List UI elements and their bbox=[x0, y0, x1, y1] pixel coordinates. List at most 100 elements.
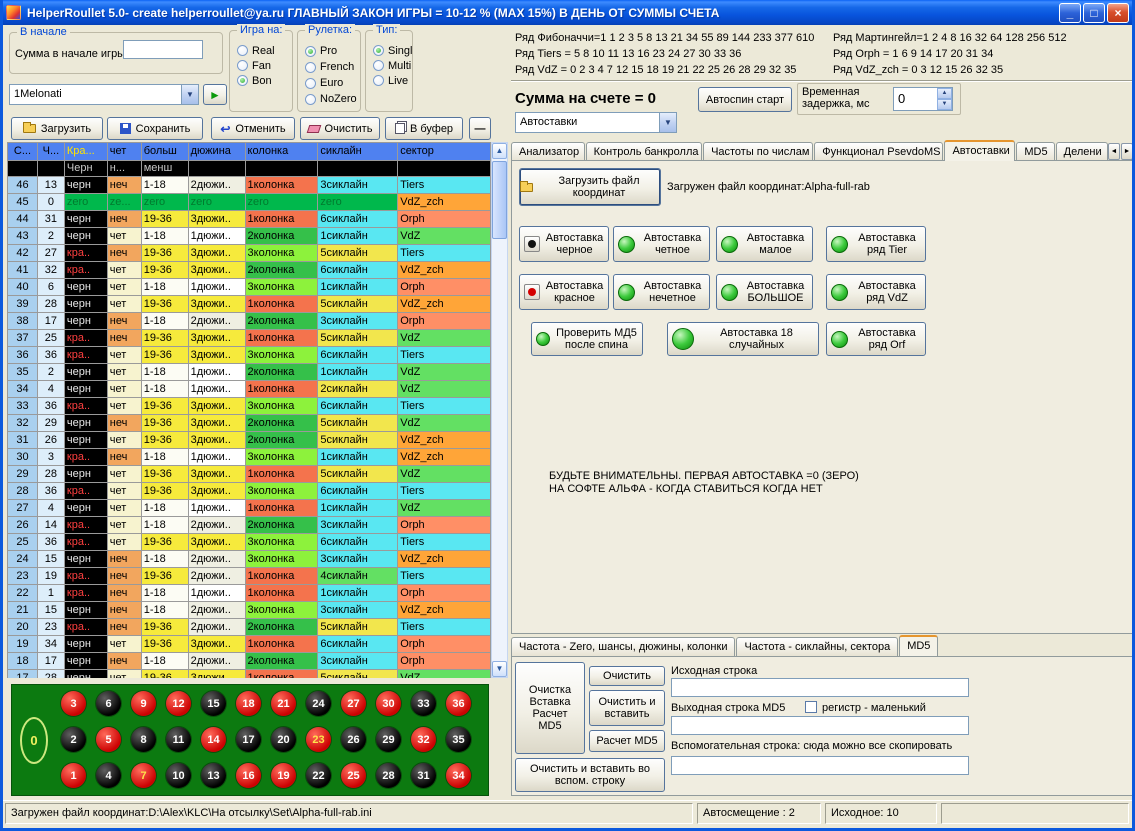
md5-calc-button[interactable]: Расчет MD5 bbox=[589, 730, 665, 752]
table-row[interactable]: 4132кра..чет19-363дюжи..2колонка6сиклайн… bbox=[8, 262, 491, 279]
board-number-15[interactable]: 15 bbox=[196, 686, 231, 721]
radio-option-euro[interactable]: Euro bbox=[298, 75, 360, 91]
board-number-19[interactable]: 19 bbox=[266, 758, 301, 793]
board-number-7[interactable]: 7 bbox=[126, 758, 161, 793]
board-number-3[interactable]: 3 bbox=[56, 686, 91, 721]
board-number-32[interactable]: 32 bbox=[406, 722, 441, 757]
autobet-odd-button[interactable]: Автоставка нечетное bbox=[613, 274, 710, 310]
board-number-2[interactable]: 2 bbox=[56, 722, 91, 757]
board-number-30[interactable]: 30 bbox=[371, 686, 406, 721]
table-row[interactable]: 450zeroze...zerozerozerozeroVdZ_zch bbox=[8, 194, 491, 211]
check-md5-after-spin-button[interactable]: Проверить МД5 после спина bbox=[531, 322, 643, 356]
radio-option-live[interactable]: Live bbox=[366, 73, 412, 88]
board-number-27[interactable]: 27 bbox=[336, 686, 371, 721]
board-number-33[interactable]: 33 bbox=[406, 686, 441, 721]
load-coordinates-button[interactable]: Загрузить файл координат bbox=[519, 168, 661, 206]
autobet-tier-button[interactable]: Автоставка ряд Tier bbox=[826, 226, 926, 262]
tabs-scroll-right-icon[interactable]: ► bbox=[1121, 143, 1133, 160]
board-number-0[interactable]: 0 bbox=[20, 717, 48, 764]
autobet-vdz-button[interactable]: Автоставка ряд VdZ bbox=[826, 274, 926, 310]
table-row[interactable]: 1817черннеч1-182дюжи..2колонка3сиклайнOr… bbox=[8, 653, 491, 670]
tab-частота---сиклайны,-сектора[interactable]: Частота - сиклайны, сектора bbox=[736, 637, 898, 656]
chevron-down-icon[interactable]: ▼ bbox=[659, 113, 676, 132]
play-button[interactable]: ► bbox=[203, 84, 227, 105]
undo-button[interactable]: ↩ Отменить bbox=[211, 117, 295, 140]
scroll-up-icon[interactable]: ▲ bbox=[492, 143, 507, 159]
board-number-6[interactable]: 6 bbox=[91, 686, 126, 721]
clear-button[interactable]: Очистить bbox=[300, 117, 380, 140]
tab-анализатор[interactable]: Анализатор bbox=[511, 142, 585, 161]
autobet-red-button[interactable]: Автоставка красное bbox=[519, 274, 609, 310]
board-number-22[interactable]: 22 bbox=[301, 758, 336, 793]
table-row[interactable]: 303кра..неч1-181дюжи..3колонка1сиклайнVd… bbox=[8, 449, 491, 466]
table-row[interactable]: 2023кра..неч19-362дюжи..2колонка5сиклайн… bbox=[8, 619, 491, 636]
board-number-1[interactable]: 1 bbox=[56, 758, 91, 793]
radio-option-french[interactable]: French bbox=[298, 59, 360, 75]
tab-md5[interactable]: MD5 bbox=[1016, 142, 1054, 161]
source-string-input[interactable] bbox=[671, 678, 969, 697]
table-row[interactable]: 3126чернчет19-363дюжи..2колонка5сиклайнV… bbox=[8, 432, 491, 449]
tab-делени[interactable]: Делени bbox=[1056, 142, 1108, 161]
board-number-29[interactable]: 29 bbox=[371, 722, 406, 757]
autospin-start-button[interactable]: Автоспин старт bbox=[698, 87, 792, 112]
board-number-21[interactable]: 21 bbox=[266, 686, 301, 721]
autobets-select[interactable]: Автоставки ▼ bbox=[515, 112, 677, 133]
table-row[interactable]: 432чернчет1-181дюжи..2колонка1сиклайнVdZ bbox=[8, 228, 491, 245]
tab-md5[interactable]: MD5 bbox=[899, 635, 938, 656]
board-number-25[interactable]: 25 bbox=[336, 758, 371, 793]
board-number-12[interactable]: 12 bbox=[161, 686, 196, 721]
board-number-11[interactable]: 11 bbox=[161, 722, 196, 757]
autobet-18-random-button[interactable]: Автоставка 18 случайных bbox=[667, 322, 819, 356]
board-number-24[interactable]: 24 bbox=[301, 686, 336, 721]
radio-option-nozero[interactable]: NoZero bbox=[298, 91, 360, 107]
tab-функционал-psevdoms[interactable]: Функционал PsevdoMS bbox=[814, 142, 943, 161]
chevron-down-icon[interactable]: ▼ bbox=[181, 85, 198, 104]
table-row[interactable]: 3725кра..неч19-363дюжи..1колонка5сиклайн… bbox=[8, 330, 491, 347]
table-row[interactable]: 3636кра..чет19-363дюжи..3колонка6сиклайн… bbox=[8, 347, 491, 364]
table-row[interactable]: 406чернчет1-181дюжи..3колонка1сиклайнOrp… bbox=[8, 279, 491, 296]
load-button[interactable]: Загрузить bbox=[11, 117, 103, 140]
tab-частота---zero,-шансы,-дюжины,-колонки[interactable]: Частота - Zero, шансы, дюжины, колонки bbox=[511, 637, 735, 656]
radio-option-multi[interactable]: Multi bbox=[366, 58, 412, 73]
table-row[interactable]: 221кра..неч1-181дюжи..1колонка1сиклайнOr… bbox=[8, 585, 491, 602]
board-number-10[interactable]: 10 bbox=[161, 758, 196, 793]
table-row[interactable]: 2115черннеч1-182дюжи..3колонка3сиклайнVd… bbox=[8, 602, 491, 619]
board-number-9[interactable]: 9 bbox=[126, 686, 161, 721]
spinner-down-icon[interactable]: ▼ bbox=[937, 99, 952, 110]
start-sum-input[interactable] bbox=[123, 40, 203, 59]
collapse-button[interactable]: — bbox=[469, 117, 491, 140]
autobet-black-button[interactable]: Автоставка черное bbox=[519, 226, 609, 262]
autobet-orf-button[interactable]: Автоставка ряд Orf bbox=[826, 322, 926, 356]
delay-spinner[interactable]: 0 ▲ ▼ bbox=[893, 87, 953, 111]
board-number-8[interactable]: 8 bbox=[126, 722, 161, 757]
board-number-13[interactable]: 13 bbox=[196, 758, 231, 793]
board-number-14[interactable]: 14 bbox=[196, 722, 231, 757]
history-table[interactable]: С...Ч...Кра...четбольшдюжинаколонкасикла… bbox=[7, 142, 491, 678]
md5-clear-button[interactable]: Очистить bbox=[589, 666, 665, 686]
radio-option-fan[interactable]: Fan bbox=[230, 58, 292, 73]
board-number-26[interactable]: 26 bbox=[336, 722, 371, 757]
table-row[interactable]: 274чернчет1-181дюжи..1колонка1сиклайнVdZ bbox=[8, 500, 491, 517]
spinner-up-icon[interactable]: ▲ bbox=[937, 88, 952, 99]
md5-clear-and-paste-button[interactable]: Очистить и вставить bbox=[589, 690, 665, 726]
md5-clear-paste-aux-button[interactable]: Очистить и вставить во вспом. строку bbox=[515, 758, 665, 792]
save-button[interactable]: Сохранить bbox=[107, 117, 203, 140]
md5-clear-paste-calc-button[interactable]: Очистка Вставка Расчет MD5 bbox=[515, 662, 585, 754]
board-number-20[interactable]: 20 bbox=[266, 722, 301, 757]
autobet-big-button[interactable]: Автоставка БОЛЬШОЕ bbox=[716, 274, 813, 310]
profile-select[interactable]: 1Melonati ▼ bbox=[9, 84, 199, 105]
scroll-down-icon[interactable]: ▼ bbox=[492, 661, 507, 677]
minimize-button[interactable]: _ bbox=[1059, 3, 1081, 23]
board-number-5[interactable]: 5 bbox=[91, 722, 126, 757]
table-row[interactable]: 4227кра..неч19-363дюжи..3колонка5сиклайн… bbox=[8, 245, 491, 262]
autobet-small-button[interactable]: Автоставка малое bbox=[716, 226, 813, 262]
radio-option-bon[interactable]: Bon bbox=[230, 73, 292, 88]
board-number-34[interactable]: 34 bbox=[441, 758, 476, 793]
table-row[interactable]: 3336кра..чет19-363дюжи..3колонка6сиклайн… bbox=[8, 398, 491, 415]
aux-string-input[interactable] bbox=[671, 756, 969, 775]
table-row[interactable]: 2536кра..чет19-363дюжи..3колонка6сиклайн… bbox=[8, 534, 491, 551]
table-row[interactable]: 3928чернчет19-363дюжи..1колонка5сиклайнV… bbox=[8, 296, 491, 313]
maximize-button[interactable]: □ bbox=[1083, 3, 1105, 23]
board-number-35[interactable]: 35 bbox=[441, 722, 476, 757]
table-row[interactable]: 2319кра..неч19-362дюжи..1колонка4сиклайн… bbox=[8, 568, 491, 585]
